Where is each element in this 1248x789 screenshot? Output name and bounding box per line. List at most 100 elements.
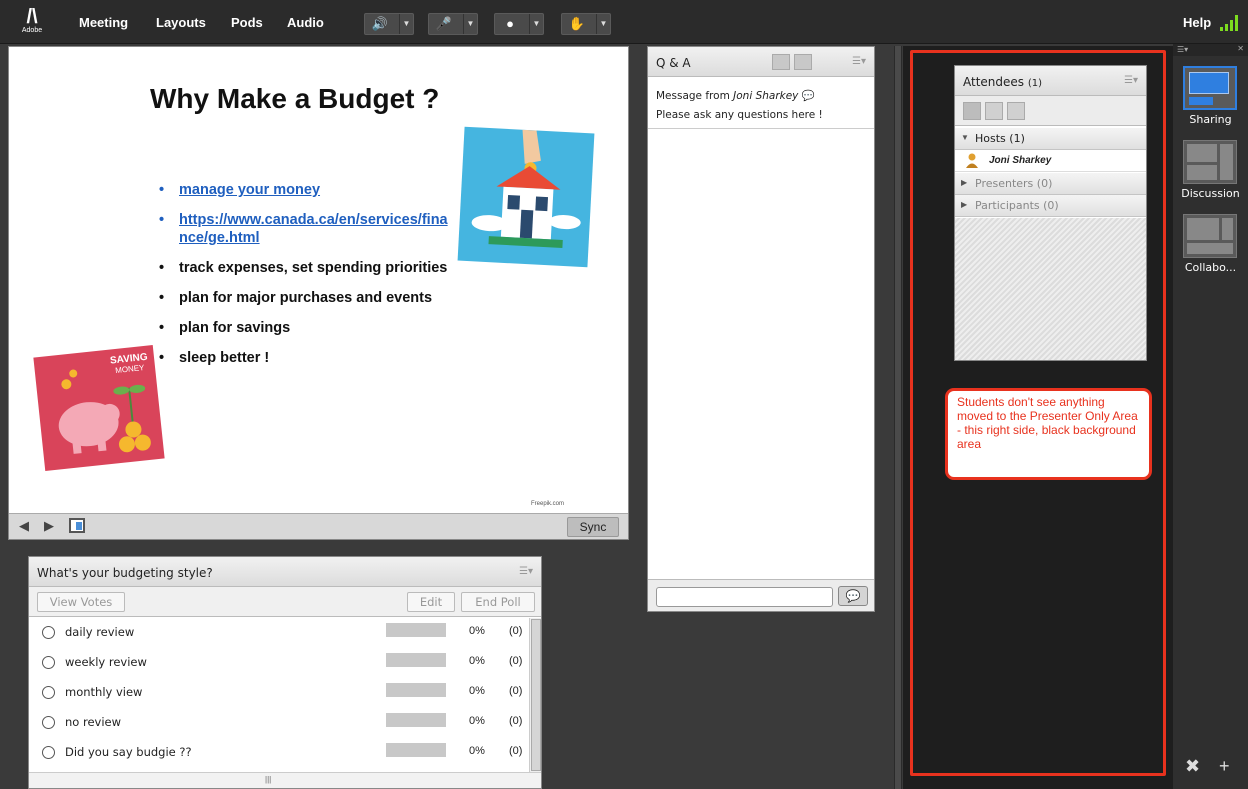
poll-percent: 0%	[469, 625, 485, 637]
speaker-icon: 🔊	[371, 16, 389, 31]
qa-view-all-icon[interactable]	[772, 54, 790, 70]
speaker-button[interactable]: 🔊 ▼	[364, 13, 414, 35]
piggy-bank-icon	[58, 369, 151, 454]
poll-option-row[interactable]: daily review 0% (0)	[29, 618, 529, 648]
poll-vertical-scrollbar[interactable]	[529, 618, 541, 772]
poll-result-bar	[386, 623, 446, 637]
fit-to-screen-icon[interactable]	[69, 518, 85, 533]
sync-button[interactable]: Sync	[567, 517, 619, 537]
next-slide-icon[interactable]: ▶	[44, 518, 54, 534]
scroll-grip-icon: |||	[265, 775, 272, 784]
layout-thumb-discussion[interactable]	[1183, 140, 1237, 184]
house-coin-illustration	[457, 126, 595, 268]
attendees-title-text: Attendees	[963, 75, 1025, 89]
poll-option-row[interactable]: no review 0% (0)	[29, 708, 529, 738]
bullet-item: track expenses, set spending priorities	[159, 259, 459, 277]
qa-message-body: Please ask any questions here !	[656, 109, 823, 121]
radio-button[interactable]	[42, 656, 55, 669]
pod-options-icon[interactable]: ☰▾	[519, 566, 533, 577]
layout-preview-icon	[1187, 165, 1217, 180]
share-pod-toolbar: ◀ ▶ Sync	[9, 513, 628, 539]
layout-label-sharing[interactable]: Sharing	[1173, 113, 1248, 126]
poll-option-row[interactable]: Did you say budgie ?? 0% (0)	[29, 738, 529, 768]
chevron-down-icon[interactable]: ▼	[463, 14, 477, 34]
pod-options-icon[interactable]: ☰▾	[852, 56, 866, 67]
empty-area	[955, 218, 1146, 360]
poll-count: (0)	[509, 625, 523, 637]
menu-audio[interactable]: Audio	[287, 15, 324, 30]
radio-button[interactable]	[42, 746, 55, 759]
layouts-sidebar: ☰▾ ✕ Sharing Discussion Collabo... ✖ +	[1173, 44, 1248, 789]
layout-thumb-collaboration[interactable]	[1183, 214, 1237, 258]
layout-label-collaboration[interactable]: Collabo...	[1173, 261, 1248, 274]
poll-option-label: weekly review	[65, 655, 147, 669]
hosts-group[interactable]: ▼ Hosts (1)	[955, 128, 1146, 150]
chevron-down-icon[interactable]: ▼	[529, 14, 543, 34]
menu-icon[interactable]: ☰▾	[1177, 45, 1188, 54]
layout-preview-icon	[1187, 144, 1217, 162]
qa-my-questions-icon[interactable]	[794, 54, 812, 70]
menu-pods[interactable]: Pods	[231, 15, 263, 30]
close-icon[interactable]: ✕	[1237, 44, 1244, 53]
menu-meeting[interactable]: Meeting	[79, 15, 128, 30]
adobe-logo-label: Adobe	[21, 27, 43, 34]
qa-send-button[interactable]: 💬	[838, 586, 868, 606]
layout-thumb-sharing[interactable]	[1183, 66, 1237, 110]
slide-title: Why Make a Budget ?	[150, 83, 440, 114]
menu-layouts[interactable]: Layouts	[156, 15, 206, 30]
bullet-item: plan for savings	[159, 319, 459, 337]
layout-label-discussion[interactable]: Discussion	[1173, 187, 1248, 200]
radio-button[interactable]	[42, 686, 55, 699]
presenters-group[interactable]: ▶ Presenters (0)	[955, 173, 1146, 195]
connection-strength-icon	[1220, 15, 1238, 31]
attendee-row[interactable]: Joni Sharkey	[955, 150, 1146, 172]
bullet-canada-link[interactable]: https://www.canada.ca/en/services/financ…	[159, 211, 449, 247]
presenters-label: Presenters (0)	[975, 177, 1053, 190]
hosts-label: Hosts (1)	[975, 132, 1025, 145]
poll-option-label: Did you say budgie ??	[65, 745, 192, 759]
raise-hand-icon: ✋	[568, 16, 586, 31]
webcam-icon: ●	[506, 16, 514, 31]
chevron-down-icon[interactable]: ▼	[596, 14, 610, 34]
radio-button[interactable]	[42, 716, 55, 729]
poll-horizontal-scrollbar[interactable]: |||	[29, 772, 541, 788]
end-poll-button[interactable]: End Poll	[461, 592, 535, 612]
attendees-count: (1)	[1027, 78, 1043, 89]
bullet-item: plan for major purchases and events	[159, 289, 459, 307]
add-layout-icon[interactable]: +	[1219, 756, 1230, 777]
layout-preview-icon	[1187, 243, 1233, 254]
poll-option-row[interactable]: weekly review 0% (0)	[29, 648, 529, 678]
breakout-view-icon[interactable]	[985, 102, 1003, 120]
scrollbar-thumb[interactable]	[531, 619, 541, 771]
microphone-button[interactable]: 🎤 ▼	[428, 13, 478, 35]
poll-option-row[interactable]: monthly view 0% (0)	[29, 678, 529, 708]
radio-button[interactable]	[42, 626, 55, 639]
poll-option-label: no review	[65, 715, 122, 729]
edit-poll-button[interactable]: Edit	[407, 592, 455, 612]
participants-group[interactable]: ▶ Participants (0)	[955, 195, 1146, 217]
qa-question-input[interactable]	[656, 587, 833, 607]
help-menu[interactable]: Help	[1183, 15, 1211, 30]
webcam-button[interactable]: ● ▼	[494, 13, 544, 35]
poll-pod: What's your budgeting style? ☰▾ View Vot…	[28, 556, 542, 789]
view-votes-button[interactable]: View Votes	[37, 592, 125, 612]
divider	[648, 128, 874, 129]
presenter-area-divider[interactable]	[894, 46, 902, 789]
raise-hand-button[interactable]: ✋ ▼	[561, 13, 611, 35]
bullet-manage-money-link[interactable]: manage your money	[159, 181, 459, 199]
layout-preview-icon	[1222, 218, 1233, 240]
chevron-down-icon[interactable]: ▼	[399, 14, 413, 34]
qa-message-author: Joni Sharkey	[733, 90, 799, 102]
previous-slide-icon[interactable]: ◀	[19, 518, 29, 534]
poll-count: (0)	[509, 715, 523, 727]
pod-options-icon[interactable]: ☰▾	[1124, 75, 1138, 86]
list-view-icon[interactable]	[963, 102, 981, 120]
qa-message-header: Message from Joni Sharkey 💬	[656, 89, 815, 102]
layout-preview-icon	[1187, 218, 1219, 240]
poll-percent: 0%	[469, 745, 485, 757]
manage-layouts-icon[interactable]: ✖	[1185, 756, 1200, 777]
attendees-title: Attendees (1)	[963, 75, 1042, 89]
attendee-status-icon[interactable]	[1007, 102, 1025, 120]
adobe-logo-icon: /\	[26, 6, 38, 28]
qa-title: Q & A	[656, 56, 691, 70]
